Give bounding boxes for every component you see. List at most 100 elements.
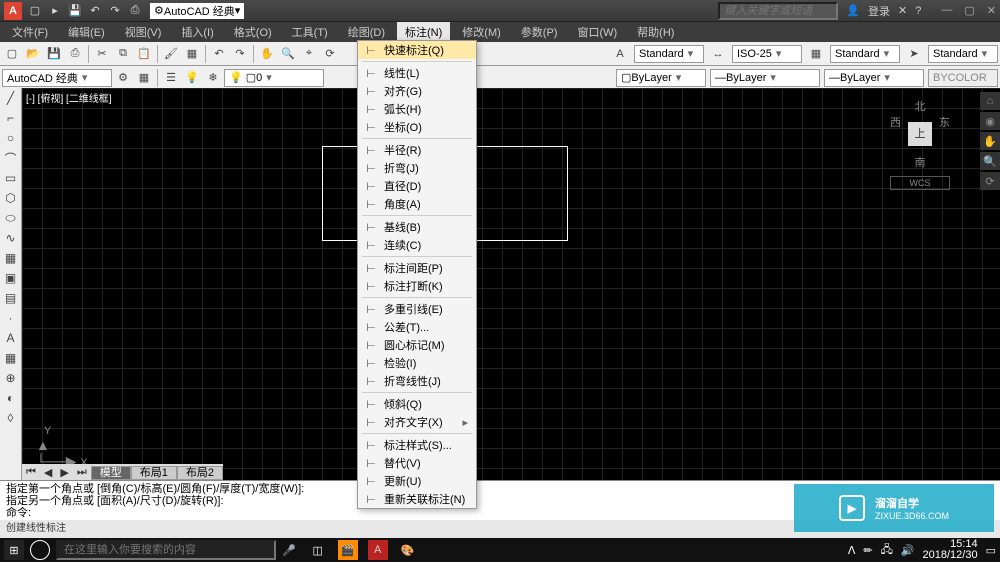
redo2-icon[interactable]: ↷ <box>230 44 250 64</box>
viewport-label[interactable]: [-] [俯视] [二维线框] <box>26 90 112 105</box>
menu-8[interactable]: 修改(M) <box>454 22 509 42</box>
ws-settings-icon[interactable]: ⚙ <box>113 68 133 88</box>
menuitem[interactable]: ⊢重新关联标注(N) <box>358 490 476 508</box>
menu-5[interactable]: 工具(T) <box>284 22 336 42</box>
menu-2[interactable]: 视图(V) <box>117 22 170 42</box>
open-icon[interactable]: 📂 <box>23 44 43 64</box>
polygon-icon[interactable]: ⬡ <box>0 188 21 208</box>
color-combo[interactable]: ▢ ByLayer▾ <box>616 69 706 87</box>
pan-icon[interactable]: ✋ <box>257 44 277 64</box>
insert-icon[interactable]: ⊕ <box>0 368 21 388</box>
spline-icon[interactable]: ∿ <box>0 228 21 248</box>
login-label[interactable]: 登录 <box>868 3 890 19</box>
undo-icon[interactable]: ↶ <box>86 2 104 20</box>
menuitem[interactable]: ⊢折弯(J) <box>358 159 476 177</box>
paste-icon[interactable]: 📋 <box>134 44 154 64</box>
layer-freeze-icon[interactable]: ❄ <box>203 68 223 88</box>
rect-icon[interactable]: ▭ <box>0 168 21 188</box>
menu-10[interactable]: 窗口(W) <box>569 22 625 42</box>
dimstyle-combo[interactable]: ISO-25▾ <box>732 45 802 63</box>
drawing-canvas[interactable]: [-] [俯视] [二维线框] Y ▲└──▶ X 北 西上东 南 WCS ⌂ … <box>22 88 1000 480</box>
text-icon[interactable]: A <box>0 328 21 348</box>
maximize-button[interactable]: ▢ <box>964 4 974 17</box>
hatch-icon[interactable]: ▦ <box>0 248 21 268</box>
start-button[interactable]: ⊞ <box>4 540 24 560</box>
pan2-icon[interactable]: ✋ <box>980 132 1000 150</box>
viewcube[interactable]: 北 西上东 南 WCS <box>890 98 950 158</box>
zoomwin-icon[interactable]: ⌖ <box>299 44 319 64</box>
orbit-icon[interactable]: ⟳ <box>320 44 340 64</box>
menu-3[interactable]: 插入(I) <box>173 22 221 42</box>
menu-4[interactable]: 格式(O) <box>226 22 280 42</box>
ellipse-icon[interactable]: ⬭ <box>0 208 21 228</box>
block-icon[interactable]: ▦ <box>182 44 202 64</box>
ws-save-icon[interactable]: ▦ <box>134 68 154 88</box>
taskview-icon[interactable]: ◫ <box>308 540 328 560</box>
layer-combo[interactable]: 💡 ▢ 0▾ <box>224 69 324 87</box>
new-icon[interactable]: ▢ <box>26 2 44 20</box>
cut-icon[interactable]: ✂ <box>92 44 112 64</box>
menu-11[interactable]: 帮助(H) <box>629 22 682 42</box>
network-icon[interactable]: 🖧 <box>881 541 893 560</box>
save-icon[interactable]: 💾 <box>44 44 64 64</box>
home-icon[interactable]: ⌂ <box>980 92 1000 110</box>
menuitem[interactable]: ⊢标注打断(K) <box>358 277 476 295</box>
menuitem[interactable]: ⊢更新(U) <box>358 472 476 490</box>
menuitem[interactable]: ⊢倾斜(Q) <box>358 395 476 413</box>
new-icon[interactable]: ▢ <box>2 44 22 64</box>
volume-icon[interactable]: 🔊 <box>901 544 915 557</box>
tablestyle-combo[interactable]: Standard▾ <box>830 45 900 63</box>
menu-1[interactable]: 编辑(E) <box>60 22 113 42</box>
block-icon[interactable]: ▦ <box>0 348 21 368</box>
menuitem[interactable]: ⊢半径(R) <box>358 141 476 159</box>
layout-tab[interactable]: 模型 <box>91 466 131 480</box>
menu-7[interactable]: 标注(N) <box>397 22 450 42</box>
print-icon[interactable]: ⎙ <box>126 2 144 20</box>
menuitem[interactable]: ⊢折弯线性(J) <box>358 372 476 390</box>
exchange-icon[interactable]: ✕ <box>898 4 907 17</box>
region-icon[interactable]: ▣ <box>0 268 21 288</box>
tablestyle-icon[interactable]: ▦ <box>806 44 826 64</box>
save-icon[interactable]: 💾 <box>66 2 84 20</box>
tab-next-icon[interactable]: ▶ <box>56 466 72 479</box>
taskbar-clock[interactable]: 15:14 2018/12/30 <box>923 539 978 561</box>
ltype-combo[interactable]: — ByLayer▾ <box>710 69 820 87</box>
mic-icon[interactable]: 🎤 <box>282 544 296 557</box>
ws-combo-2[interactable]: AutoCAD 经典▾ <box>2 69 112 87</box>
menuitem[interactable]: ⊢多重引线(E) <box>358 300 476 318</box>
bycolor-combo[interactable]: BYCOLOR <box>928 69 998 87</box>
signin-icon[interactable]: 👤 <box>846 4 860 17</box>
layer-icon[interactable]: ☰ <box>161 68 181 88</box>
close-button[interactable]: ✕ <box>987 4 996 17</box>
tab-prev-icon[interactable]: ◀ <box>40 466 56 479</box>
workspace-dropdown[interactable]: ⚙ AutoCAD 经典 ▾ <box>150 3 244 19</box>
tab-last-icon[interactable]: ⏭ <box>73 466 91 479</box>
menuitem[interactable]: ⊢直径(D) <box>358 177 476 195</box>
orbit2-icon[interactable]: ⟳ <box>980 172 1000 190</box>
menuitem[interactable]: ⊢替代(V) <box>358 454 476 472</box>
zoom2-icon[interactable]: 🔍 <box>980 152 1000 170</box>
taskbar-search-input[interactable] <box>56 540 276 560</box>
arc-icon[interactable]: ⌒ <box>0 148 21 168</box>
layout-tab[interactable]: 布局2 <box>177 466 223 480</box>
ime-icon[interactable]: ✏ <box>863 544 872 557</box>
plot-icon[interactable]: ⎙ <box>65 44 85 64</box>
help-search-input[interactable] <box>718 2 838 20</box>
menuitem[interactable]: ⊢对齐文字(X)▸ <box>358 413 476 431</box>
menuitem[interactable]: ⊢标注样式(S)... <box>358 436 476 454</box>
app3-icon[interactable]: 🎨 <box>398 540 418 560</box>
menuitem[interactable]: ⊢线性(L) <box>358 64 476 82</box>
redo-icon[interactable]: ↷ <box>106 2 124 20</box>
pline-icon[interactable]: ⌐ <box>0 108 21 128</box>
tray-up-icon[interactable]: ᐱ <box>848 544 856 557</box>
boundary-icon[interactable]: ◊ <box>0 408 21 428</box>
menuitem[interactable]: ⊢对齐(G) <box>358 82 476 100</box>
gradient-icon[interactable]: ◐ <box>0 388 21 408</box>
match-icon[interactable]: 🖌 <box>161 44 181 64</box>
menu-0[interactable]: 文件(F) <box>4 22 56 42</box>
point-icon[interactable]: · <box>0 308 21 328</box>
copy-icon[interactable]: ⧉ <box>113 44 133 64</box>
menu-9[interactable]: 参数(P) <box>513 22 566 42</box>
layer-on-icon[interactable]: 💡 <box>182 68 202 88</box>
open-icon[interactable]: ▸ <box>46 2 64 20</box>
